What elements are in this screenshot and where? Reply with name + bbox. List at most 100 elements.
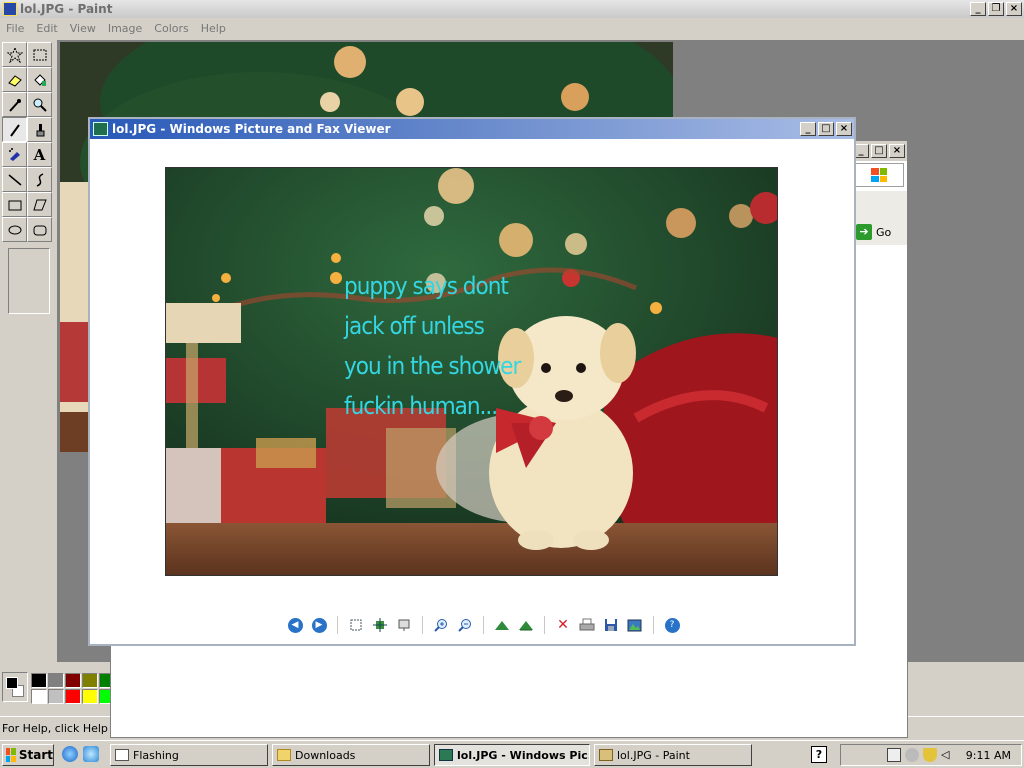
color-swatch[interactable] — [31, 689, 47, 704]
fill-tool[interactable] — [27, 67, 52, 92]
select-tool[interactable] — [27, 42, 52, 67]
color-swatch[interactable] — [65, 673, 81, 688]
paint-title-text: lol.JPG - Paint — [20, 2, 113, 16]
rounded-rectangle-tool[interactable] — [27, 217, 52, 242]
maximize-button[interactable]: □ — [818, 122, 834, 136]
minimize-button[interactable]: _ — [800, 122, 816, 136]
sync-icon[interactable] — [905, 748, 919, 762]
zoom-in-icon — [434, 619, 447, 632]
color-swatch[interactable] — [48, 689, 64, 704]
save-copy-button[interactable] — [602, 616, 620, 634]
floppy-disk-icon — [605, 619, 617, 631]
close-button[interactable]: × — [1006, 2, 1022, 16]
paint-title-bar[interactable]: lol.JPG - Paint _ ❐ × — [0, 0, 1024, 18]
menu-view[interactable]: View — [70, 22, 96, 35]
windows-flag-icon — [871, 168, 887, 182]
current-colors-box[interactable] — [2, 672, 28, 702]
caption-line: jack off unless — [344, 312, 485, 340]
ellipse-tool[interactable] — [2, 217, 27, 242]
network-icon[interactable] — [887, 748, 901, 762]
close-button[interactable]: × — [836, 122, 852, 136]
zoom-in-button[interactable] — [432, 616, 450, 634]
zoom-out-button[interactable] — [456, 616, 474, 634]
next-icon: ▶ — [311, 617, 327, 633]
eraser-tool[interactable] — [2, 67, 27, 92]
color-swatch[interactable] — [82, 673, 98, 688]
color-swatch[interactable] — [65, 689, 81, 704]
minimize-button[interactable]: _ — [970, 2, 986, 16]
quick-launch — [62, 746, 99, 762]
color-swatch[interactable] — [48, 673, 64, 688]
window-icon — [115, 749, 129, 761]
menu-help[interactable]: Help — [201, 22, 226, 35]
maximize-button[interactable]: □ — [871, 144, 887, 158]
delete-button[interactable]: ✕ — [554, 616, 572, 634]
taskbar-item-downloads[interactable]: Downloads — [272, 744, 430, 766]
outlook-express-icon[interactable] — [83, 746, 99, 762]
volume-icon[interactable]: ◁ — [941, 748, 955, 762]
taskbar-item-picture-viewer[interactable]: lol.JPG - Windows Pic... — [434, 744, 590, 766]
internet-explorer-icon[interactable] — [62, 746, 78, 762]
pick-color-tool[interactable] — [2, 92, 27, 117]
actual-size-button[interactable] — [371, 616, 389, 634]
taskbar-item-paint[interactable]: lol.JPG - Paint — [594, 744, 752, 766]
slideshow-button[interactable] — [395, 616, 413, 634]
pencil-tool[interactable] — [2, 117, 27, 142]
caption-line: fuckin human... — [344, 392, 498, 420]
help-icon[interactable]: ? — [811, 746, 827, 763]
polygon-tool[interactable] — [27, 192, 52, 217]
polygon-icon — [32, 199, 47, 210]
viewer-title-bar[interactable]: lol.JPG - Windows Picture and Fax Viewer… — [90, 119, 854, 139]
eraser-icon — [7, 74, 22, 87]
best-fit-button[interactable] — [347, 616, 365, 634]
task-label: Downloads — [295, 748, 356, 762]
start-button[interactable]: Start — [2, 744, 54, 766]
free-form-select-tool[interactable] — [2, 42, 27, 67]
menu-image[interactable]: Image — [108, 22, 142, 35]
next-image-button[interactable]: ▶ — [310, 616, 328, 634]
delete-x-icon: ✕ — [557, 617, 569, 633]
pencil-icon — [9, 123, 20, 137]
print-button[interactable] — [578, 616, 596, 634]
tool-options-box[interactable] — [8, 248, 50, 314]
best-fit-icon — [350, 619, 362, 631]
windows-logo-box — [854, 163, 904, 187]
close-button[interactable]: × — [889, 144, 905, 158]
folder-icon — [277, 749, 291, 761]
picture-viewer-icon — [439, 749, 453, 761]
menu-edit[interactable]: Edit — [36, 22, 57, 35]
go-label: Go — [876, 225, 892, 239]
taskbar-item-flashing[interactable]: Flashing — [110, 744, 268, 766]
rectangle-tool[interactable] — [2, 192, 27, 217]
actual-size-icon — [373, 618, 387, 632]
airbrush-tool[interactable] — [2, 142, 27, 167]
photo-caption-text: puppy says dont jack off unless you in t… — [344, 266, 604, 426]
text-a-icon: A — [33, 145, 46, 164]
open-for-editing-button[interactable] — [626, 616, 644, 634]
start-label: Start — [18, 748, 53, 762]
security-shield-icon[interactable] — [923, 748, 937, 762]
curve-tool[interactable] — [27, 167, 52, 192]
viewer-photo: puppy says dont jack off unless you in t… — [165, 167, 778, 576]
paint-menu-bar: File Edit View Image Colors Help — [0, 18, 1024, 38]
line-tool[interactable] — [2, 167, 27, 192]
brush-tool[interactable] — [27, 117, 52, 142]
task-label: lol.JPG - Windows Pic... — [457, 748, 590, 762]
previous-icon: ◀ — [287, 617, 303, 633]
text-tool[interactable]: A — [27, 142, 52, 167]
previous-image-button[interactable]: ◀ — [286, 616, 304, 634]
rectangle-icon — [8, 200, 21, 210]
help-button[interactable]: ? — [663, 616, 681, 634]
magnifier-tool[interactable] — [27, 92, 52, 117]
caption-line: you in the shower — [344, 352, 521, 380]
menu-colors[interactable]: Colors — [154, 22, 188, 35]
color-swatch[interactable] — [82, 689, 98, 704]
system-tray: ? ◁ 9:11 AM — [811, 744, 1022, 766]
zoom-out-icon — [458, 619, 471, 632]
rotate-counterclockwise-button[interactable] — [517, 616, 535, 634]
go-button[interactable]: ➔ Go — [854, 221, 904, 243]
rotate-clockwise-button[interactable] — [493, 616, 511, 634]
restore-button[interactable]: ❐ — [988, 2, 1004, 16]
menu-file[interactable]: File — [6, 22, 24, 35]
color-swatch[interactable] — [31, 673, 47, 688]
